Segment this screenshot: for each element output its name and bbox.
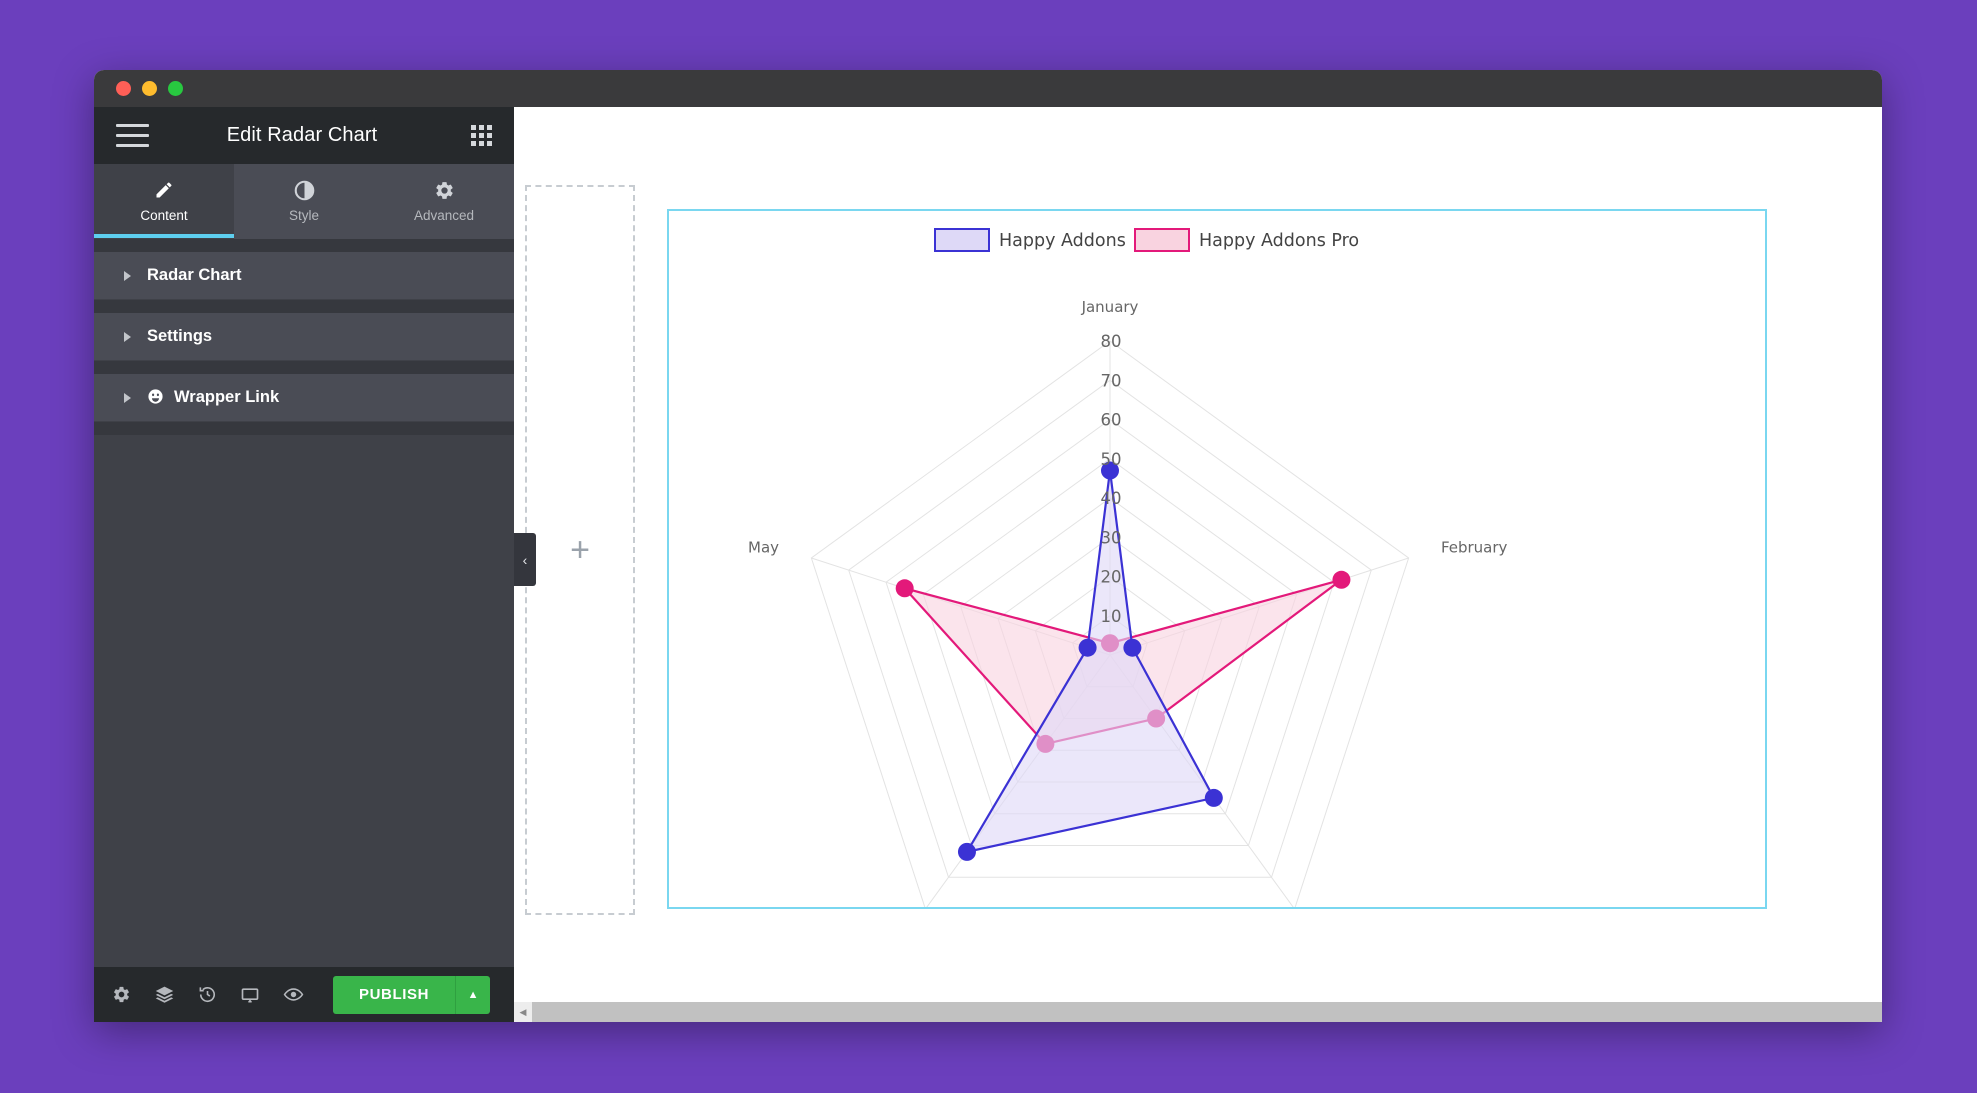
- section-divider: [94, 361, 514, 374]
- radar-chart-widget[interactable]: Happy Addons Happy Addons Pro 10 20 30 40 50…: [667, 209, 1767, 909]
- panel-footer: PUBLISH ▲: [94, 967, 514, 1022]
- tab-advanced[interactable]: Advanced: [374, 164, 514, 239]
- radial-tick-20: 20: [1101, 568, 1122, 587]
- tab-advanced-label: Advanced: [413, 208, 475, 223]
- chart-legend: Happy Addons Happy Addons Pro: [934, 228, 1359, 252]
- pencil-icon: [154, 179, 174, 201]
- section-radar-chart-label: Radar Chart: [147, 266, 242, 284]
- window-minimize-button[interactable]: [142, 81, 157, 96]
- category-label-february: February: [1441, 538, 1508, 556]
- radial-tick-80: 80: [1101, 332, 1122, 351]
- section-wrapper-link[interactable]: Wrapper Link: [94, 374, 514, 422]
- radial-tick-10: 10: [1101, 607, 1122, 626]
- add-new-section-button[interactable]: +: [525, 185, 635, 915]
- app-window: Edit Radar Chart Content Style Advanced …: [94, 70, 1882, 1022]
- radar-series: [895, 461, 1351, 861]
- chevron-right-icon: [124, 392, 131, 403]
- chevron-right-icon: [124, 331, 131, 342]
- publish-options-caret[interactable]: ▲: [455, 975, 491, 1014]
- radial-tick-70: 70: [1101, 371, 1122, 390]
- navigator-layers-icon[interactable]: [154, 984, 175, 1005]
- scrollbar-left-arrow[interactable]: ◀: [514, 1002, 532, 1022]
- tab-style-label: Style: [288, 208, 319, 223]
- section-wrapper-link-label: Wrapper Link: [174, 388, 280, 406]
- scrollbar-thumb[interactable]: [532, 1002, 1882, 1022]
- section-divider: [94, 300, 514, 313]
- window-maximize-button[interactable]: [168, 81, 183, 96]
- preview-icon[interactable]: [283, 984, 304, 1005]
- legend-swatch-happy-addons: [934, 228, 990, 252]
- panel-title: Edit Radar Chart: [226, 124, 378, 146]
- settings-icon[interactable]: [112, 985, 131, 1004]
- chevron-right-icon: [124, 270, 131, 281]
- contrast-icon: [294, 179, 315, 201]
- responsive-mode-icon[interactable]: [240, 985, 260, 1005]
- radial-tick-30: 30: [1101, 528, 1122, 547]
- category-label-january: January: [1081, 298, 1139, 316]
- radial-tick-50: 50: [1101, 450, 1122, 469]
- section-radar-chart[interactable]: Radar Chart: [94, 252, 514, 300]
- panel-sections: Radar Chart Settings Wrapper Link: [94, 239, 514, 967]
- window-body: Edit Radar Chart Content Style Advanced …: [94, 107, 1882, 1022]
- happy-face-icon: [147, 388, 164, 408]
- gear-icon: [434, 179, 455, 201]
- legend-label-happy-addons: Happy Addons: [999, 231, 1126, 251]
- publish-button-group: PUBLISH ▲: [333, 975, 491, 1014]
- panel-tabs: Content Style Advanced: [94, 164, 514, 239]
- tab-content[interactable]: Content: [94, 164, 234, 239]
- tab-style[interactable]: Style: [234, 164, 374, 239]
- hamburger-menu-icon[interactable]: [116, 124, 149, 147]
- radar-chart-svg: Happy Addons Happy Addons Pro 10 20 30 40 50…: [748, 228, 1508, 907]
- editor-canvas: + Happy Addons Happy Addons Pro 10 20 30 40…: [514, 107, 1882, 1022]
- section-divider: [94, 422, 514, 435]
- history-icon[interactable]: [198, 985, 217, 1004]
- tab-content-label: Content: [140, 208, 188, 223]
- section-settings[interactable]: Settings: [94, 313, 514, 361]
- publish-button[interactable]: PUBLISH: [333, 975, 456, 1014]
- window-titlebar: [94, 70, 1882, 107]
- radial-tick-40: 40: [1101, 489, 1122, 508]
- canvas-horizontal-scrollbar[interactable]: ◀: [514, 1002, 1882, 1022]
- legend-swatch-happy-addons-pro: [1134, 228, 1190, 252]
- section-settings-label: Settings: [147, 327, 213, 345]
- widgets-grid-icon[interactable]: [471, 125, 492, 146]
- panel-collapse-handle[interactable]: ‹: [514, 533, 536, 586]
- category-label-may: May: [748, 538, 779, 556]
- window-close-button[interactable]: [116, 81, 131, 96]
- section-divider: [94, 239, 514, 252]
- elementor-panel: Edit Radar Chart Content Style Advanced …: [94, 107, 514, 1022]
- radial-tick-60: 60: [1101, 411, 1122, 430]
- legend-label-happy-addons-pro: Happy Addons Pro: [1199, 231, 1359, 251]
- panel-header: Edit Radar Chart: [94, 107, 514, 164]
